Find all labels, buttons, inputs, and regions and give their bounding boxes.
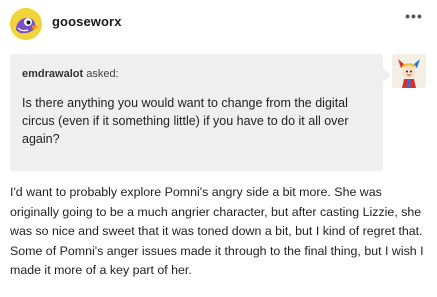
ask-box: emdrawalot asked: Is there anything you … xyxy=(10,54,391,171)
answer-text: I'd want to probably explore Pomni's ang… xyxy=(10,185,424,277)
goose-avatar-icon[interactable] xyxy=(10,8,42,40)
asker-line: emdrawalot asked: xyxy=(22,68,119,80)
asked-label: asked: xyxy=(86,68,119,80)
ask-question: Is there anything you would want to chan… xyxy=(22,96,349,146)
asker-name[interactable]: emdrawalot xyxy=(22,68,83,80)
post-header: gooseworx ••• xyxy=(0,0,437,48)
more-options-icon[interactable]: ••• xyxy=(403,9,425,26)
post-username[interactable]: gooseworx xyxy=(52,14,122,29)
jester-avatar-icon[interactable] xyxy=(392,54,426,88)
